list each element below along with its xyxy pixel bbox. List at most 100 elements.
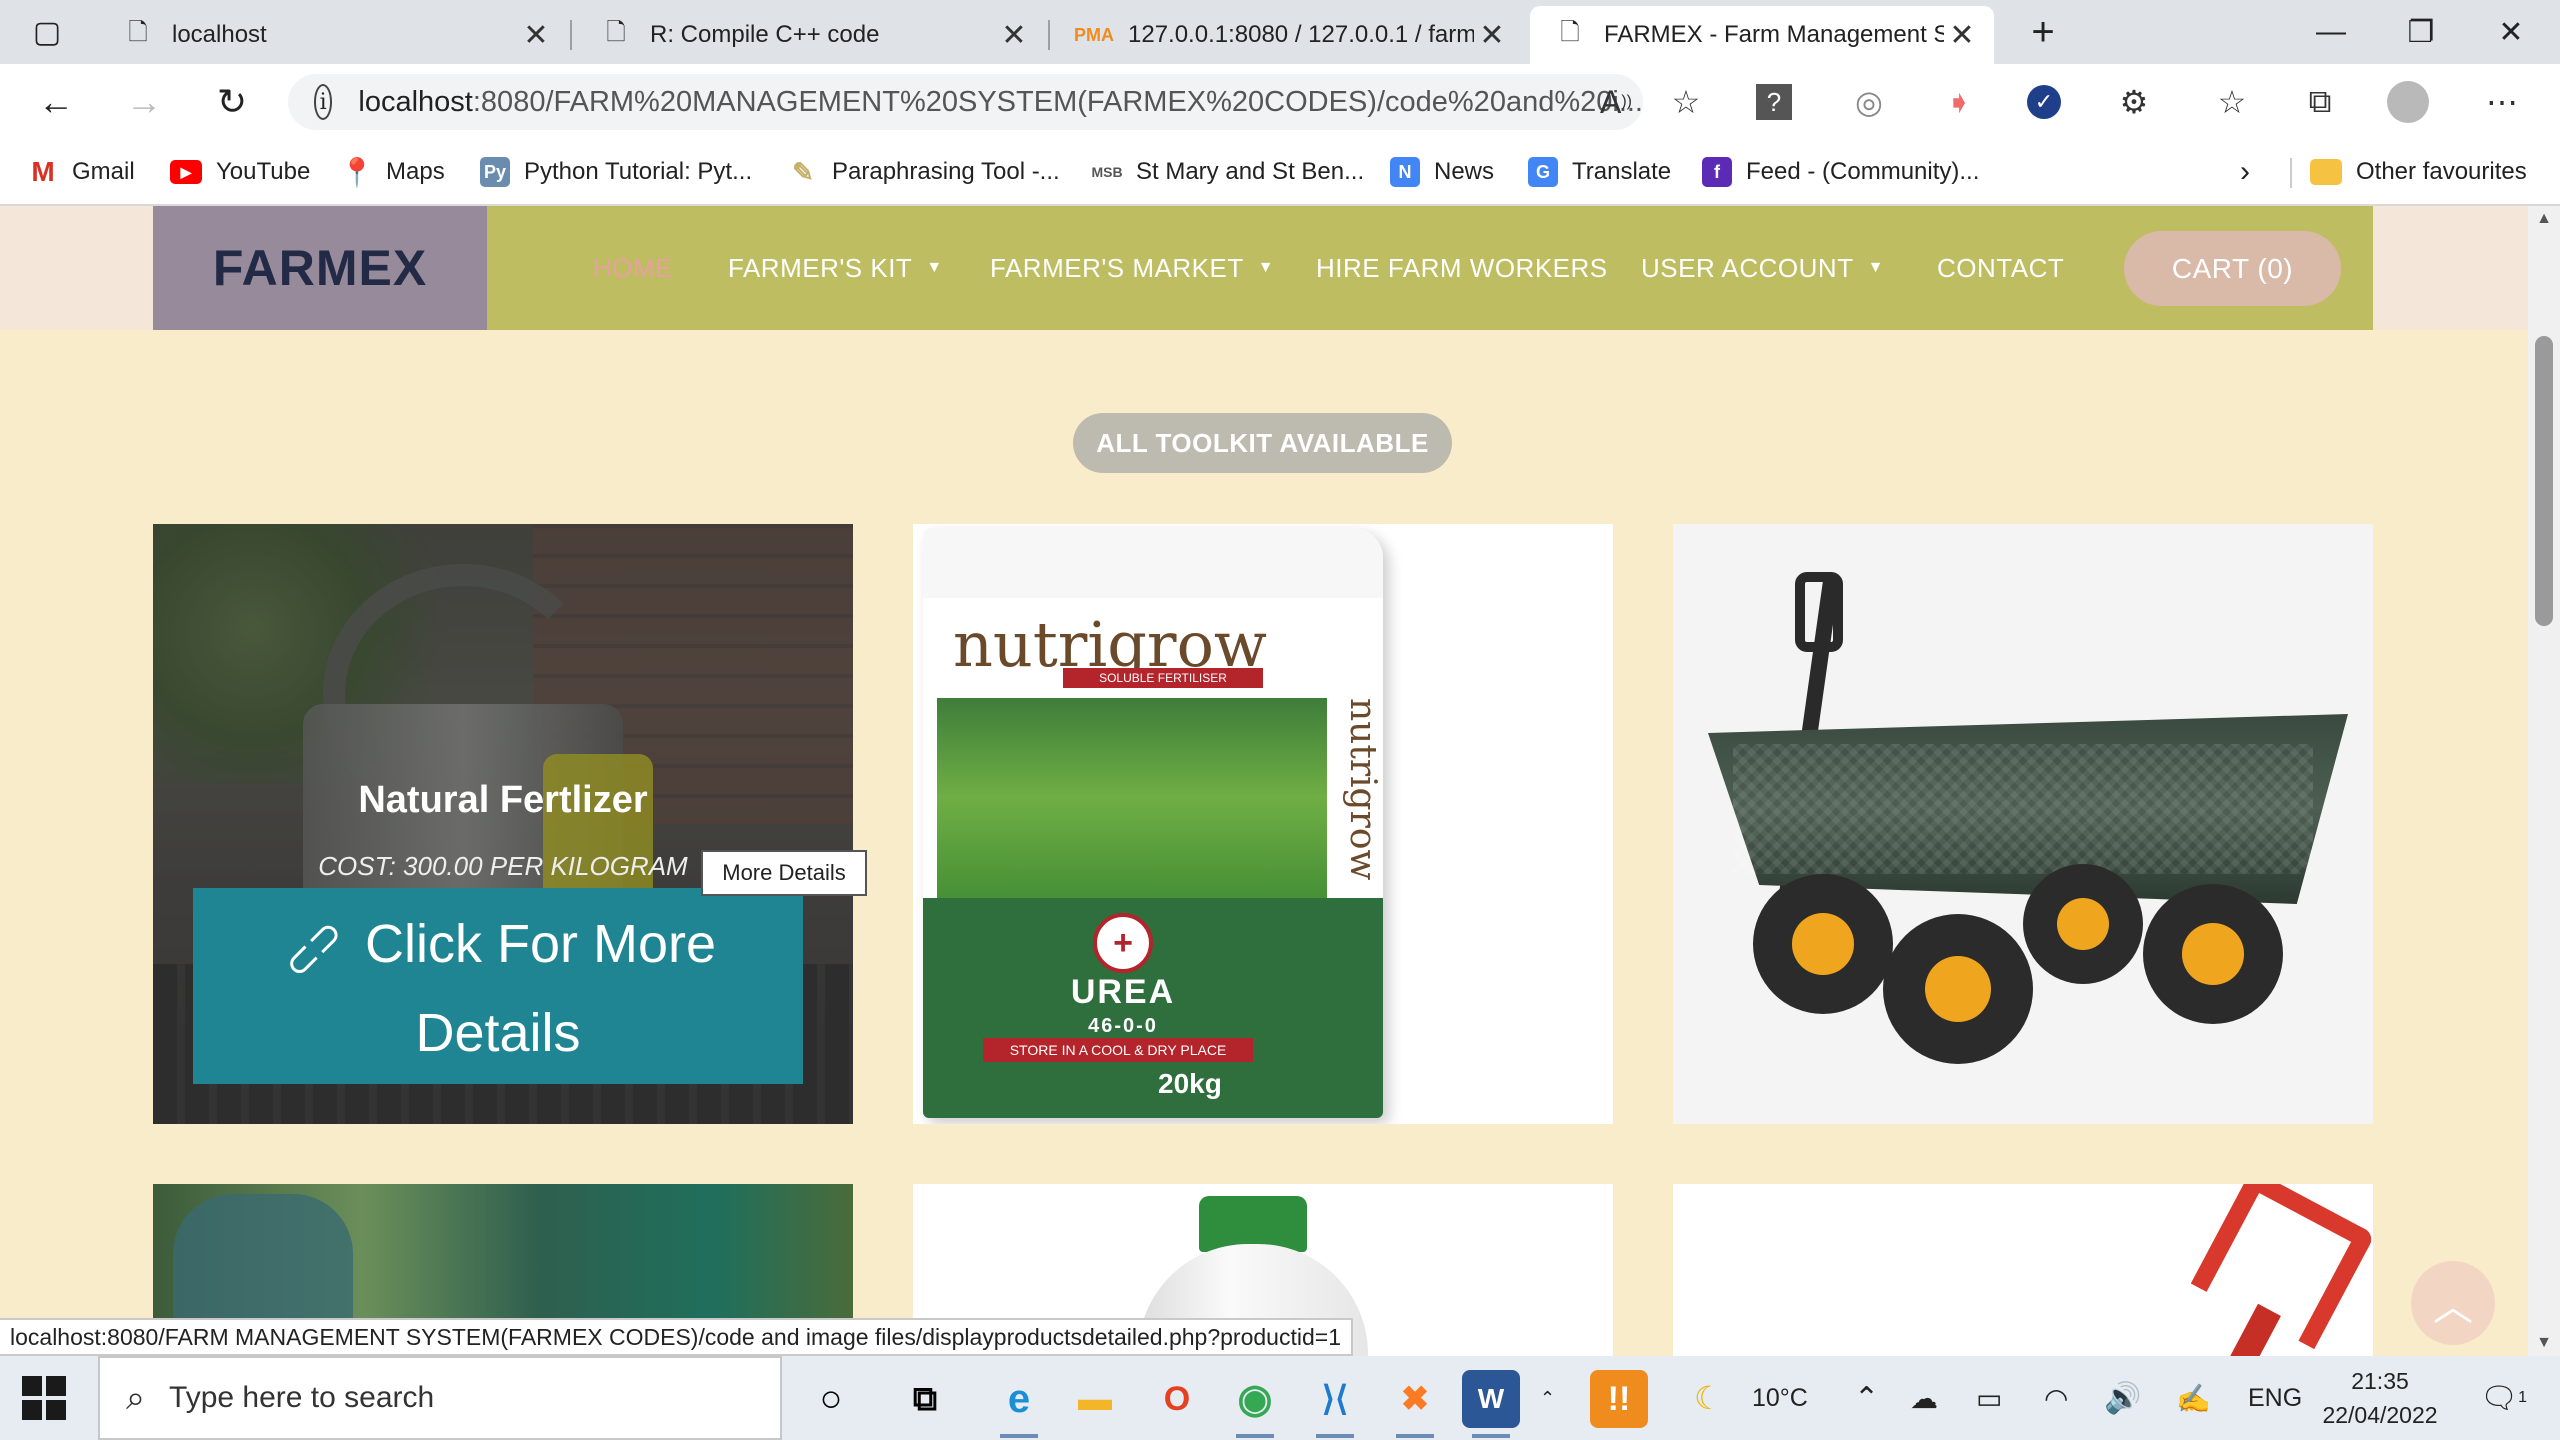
cortana-icon[interactable]: ○ bbox=[802, 1370, 860, 1428]
tab-phpmyadmin[interactable]: PMA 127.0.0.1:8080 / 127.0.0.1 / farme ✕ bbox=[1054, 6, 1524, 64]
bookmark-feed[interactable]: f Feed - (Community)... bbox=[1702, 152, 1979, 192]
feed-icon: f bbox=[1702, 157, 1732, 187]
product-card-spade[interactable] bbox=[1673, 1184, 2373, 1356]
restore-icon[interactable]: ❐ bbox=[2376, 0, 2466, 64]
chevron-down-icon: ▼ bbox=[926, 259, 943, 276]
office-icon[interactable]: O bbox=[1148, 1370, 1206, 1428]
minimize-icon[interactable]: — bbox=[2286, 0, 2376, 64]
school-icon: MSB bbox=[1091, 164, 1123, 180]
volume-icon[interactable]: 🔊 bbox=[2104, 1356, 2141, 1440]
cast-extension-icon[interactable]: ➧ bbox=[1935, 78, 1983, 126]
bookmark-gmail[interactable]: M Gmail bbox=[28, 152, 134, 192]
weather-icon[interactable]: ☾ bbox=[1694, 1356, 1723, 1440]
new-tab-icon[interactable]: + bbox=[1998, 0, 2088, 64]
back-icon[interactable]: ← bbox=[28, 74, 84, 130]
bookmark-news[interactable]: N News bbox=[1390, 152, 1494, 192]
help-extension-icon[interactable]: ? bbox=[1756, 84, 1792, 120]
bookmark-python-tutorial[interactable]: Py Python Tutorial: Pyt... bbox=[480, 152, 752, 192]
product-card-natural-fertilizer[interactable]: Natural Fertlizer COST: 300.00 PER KILOG… bbox=[153, 524, 853, 1124]
edge-icon[interactable]: e bbox=[990, 1370, 1048, 1438]
notification-center-icon[interactable]: 🗨 1 bbox=[2480, 1356, 2527, 1440]
vscode-icon[interactable]: ⟩⟨ bbox=[1306, 1370, 1364, 1438]
site-header: FARMEX HOME FARMER'S KIT ▼ FARMER'S MARKE… bbox=[0, 206, 2528, 330]
read-aloud-icon[interactable]: A)) bbox=[1592, 78, 1640, 126]
nav-home[interactable]: HOME bbox=[593, 246, 673, 290]
refresh-icon[interactable]: ↻ bbox=[204, 74, 260, 130]
page-icon: 🗋 bbox=[606, 18, 626, 46]
python-icon: Py bbox=[480, 157, 510, 187]
pen-icon[interactable]: ✍ bbox=[2176, 1356, 2211, 1440]
nav-user-account[interactable]: USER ACCOUNT ▼ bbox=[1641, 246, 1884, 290]
chevron-right-icon[interactable]: › bbox=[2240, 152, 2250, 192]
chrome-icon[interactable]: ◉ bbox=[1226, 1370, 1284, 1438]
more-details-button[interactable]: ⊂⊃ Click For More Details bbox=[193, 888, 803, 1084]
close-tab-icon[interactable]: ✕ bbox=[1474, 18, 1510, 53]
tab-compile-cpp[interactable]: 🗋 R: Compile C++ code ✕ bbox=[576, 6, 1046, 64]
url-host: localhost bbox=[358, 85, 473, 118]
scroll-to-top-button[interactable]: ︿ bbox=[2411, 1261, 2495, 1345]
cart-button[interactable]: CART (0) bbox=[2124, 231, 2341, 306]
page-scrollbar[interactable]: ▲ ▼ bbox=[2528, 206, 2560, 1356]
product-photo: nutrigrow SOLUBLE FERTILISER nutrigrow +… bbox=[923, 528, 1383, 1118]
more-menu-icon[interactable]: ⋯ bbox=[2478, 78, 2526, 126]
close-tab-icon[interactable]: ✕ bbox=[996, 18, 1032, 53]
onedrive-icon[interactable]: ☁ bbox=[1910, 1356, 1938, 1440]
notification-app-icon[interactable]: !! bbox=[1590, 1370, 1648, 1428]
chevron-down-icon: ▼ bbox=[1867, 259, 1884, 276]
collections-icon[interactable]: ⧉ bbox=[2296, 78, 2344, 126]
clock[interactable]: 21:35 22/04/2022 bbox=[2290, 1364, 2470, 1432]
page-icon: 🗋 bbox=[128, 18, 148, 46]
check-extension-icon[interactable]: ✓ bbox=[2020, 78, 2068, 126]
taskbar-search[interactable]: ⌕ Type here to search bbox=[98, 1356, 782, 1440]
tab-farmex[interactable]: 🗋 FARMEX - Farm Management Sy ✕ bbox=[1530, 6, 1994, 64]
tab-actions-icon[interactable]: ▢ bbox=[0, 0, 94, 64]
bookmark-youtube[interactable]: ▶ YouTube bbox=[170, 152, 310, 192]
forward-icon[interactable]: → bbox=[116, 74, 172, 130]
scroll-down-icon[interactable]: ▼ bbox=[2528, 1334, 2560, 1352]
close-window-icon[interactable]: ✕ bbox=[2466, 0, 2556, 64]
word-icon[interactable]: W bbox=[1462, 1370, 1520, 1438]
profile-avatar[interactable] bbox=[2384, 78, 2432, 126]
task-view-icon[interactable]: ⧉ bbox=[896, 1370, 954, 1428]
nav-farmers-kit[interactable]: FARMER'S KIT ▼ bbox=[728, 246, 943, 290]
scroll-up-icon[interactable]: ▲ bbox=[2528, 210, 2560, 228]
site-logo[interactable]: FARMEX bbox=[153, 206, 487, 330]
file-explorer-icon[interactable]: ▬ bbox=[1066, 1370, 1124, 1428]
nav-farmers-market[interactable]: FARMER'S MARKET ▼ bbox=[990, 246, 1274, 290]
url-path: :8080/FARM%20MANAGEMENT%20SYSTEM(FARMEX%… bbox=[472, 85, 1643, 118]
bookmark-maps[interactable]: 📍 Maps bbox=[340, 152, 445, 192]
main-nav: HOME FARMER'S KIT ▼ FARMER'S MARKET ▼ HIRE… bbox=[487, 206, 2373, 330]
windows-start-icon[interactable] bbox=[22, 1376, 66, 1420]
wifi-icon[interactable]: ◠ bbox=[2044, 1356, 2068, 1440]
brand-logo-icon: + bbox=[1093, 913, 1153, 973]
folder-icon bbox=[2310, 159, 2342, 185]
product-card-garden-cart[interactable] bbox=[1673, 524, 2373, 1124]
bookmark-translate[interactable]: G Translate bbox=[1528, 152, 1671, 192]
bookmark-paraphrasing-tool[interactable]: ✎ Paraphrasing Tool -... bbox=[788, 152, 1060, 192]
battery-icon[interactable]: ▭ bbox=[1976, 1356, 2002, 1440]
site-info-icon[interactable]: i bbox=[314, 84, 333, 120]
extensions-icon[interactable]: ⚙ bbox=[2110, 78, 2158, 126]
scrollbar-thumb[interactable] bbox=[2535, 336, 2553, 626]
weather-temp[interactable]: 10°C bbox=[1752, 1356, 1808, 1440]
web-page: FARMEX HOME FARMER'S KIT ▼ FARMER'S MARKE… bbox=[0, 206, 2528, 1356]
tab-localhost[interactable]: 🗋 localhost ✕ bbox=[98, 6, 568, 64]
url-field[interactable]: i localhost :8080/FARM%20MANAGEMENT%20SY… bbox=[288, 74, 1643, 130]
nav-hire-farm-workers[interactable]: HIRE FARM WORKERS bbox=[1316, 246, 1608, 290]
translate-icon: G bbox=[1528, 157, 1558, 187]
link-status-bar: localhost:8080/FARM MANAGEMENT SYSTEM(FA… bbox=[0, 1318, 1353, 1356]
xampp-icon[interactable]: ✖ bbox=[1386, 1370, 1444, 1438]
close-tab-icon[interactable]: ✕ bbox=[518, 18, 554, 53]
tray-overflow-icon[interactable]: ⌃ bbox=[1540, 1356, 1555, 1440]
extension-icon[interactable]: ◎ bbox=[1845, 78, 1893, 126]
product-card-urea[interactable]: nutrigrow SOLUBLE FERTILISER nutrigrow +… bbox=[913, 524, 1613, 1124]
show-hidden-icons-icon[interactable]: ⌃ bbox=[1854, 1356, 1879, 1440]
gmail-icon: M bbox=[31, 156, 55, 187]
close-tab-icon[interactable]: ✕ bbox=[1944, 18, 1980, 53]
nav-contact[interactable]: CONTACT bbox=[1937, 246, 2064, 290]
add-favourite-icon[interactable]: ☆ bbox=[1662, 78, 1710, 126]
bookmark-st-mary[interactable]: MSB St Mary and St Ben... bbox=[1091, 152, 1364, 192]
news-icon: N bbox=[1390, 157, 1420, 187]
favourites-icon[interactable]: ☆ bbox=[2208, 78, 2256, 126]
bookmark-other-favourites[interactable]: Other favourites bbox=[2310, 152, 2527, 192]
